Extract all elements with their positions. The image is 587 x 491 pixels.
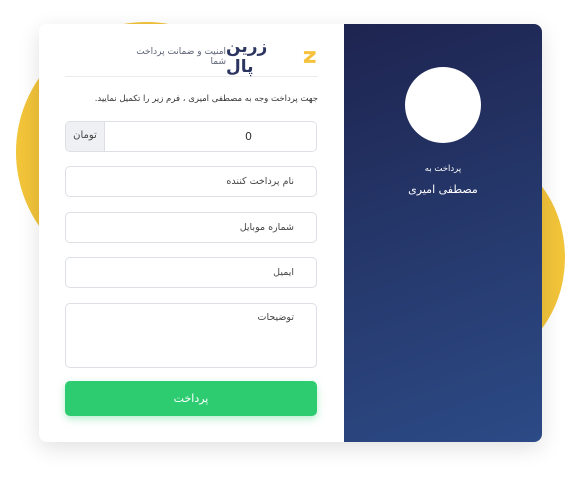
pay-button[interactable]: پرداخت — [65, 381, 317, 416]
security-tagline: امنیت و ضمانت پرداخت شما — [136, 47, 227, 67]
brand: زرین پال — [226, 37, 318, 77]
payment-card: امنیت و ضمانت پرداخت شما زرین پال جهت پر… — [39, 24, 542, 442]
payment-form-panel: امنیت و ضمانت پرداخت شما زرین پال جهت پر… — [39, 24, 344, 442]
amount-input[interactable] — [105, 122, 316, 151]
recipient-panel: پرداخت به مصطفی امیری — [344, 24, 542, 442]
email-input[interactable] — [65, 257, 317, 288]
pay-to-label: پرداخت به — [424, 164, 462, 174]
zarinpal-logo-icon — [304, 51, 317, 63]
form-header: امنیت و ضمانت پرداخت شما زرین پال — [65, 37, 318, 77]
payer-name-input[interactable] — [65, 166, 317, 197]
brand-name: زرین پال — [226, 37, 268, 77]
mobile-number-input[interactable] — [65, 212, 317, 243]
description-textarea[interactable] — [65, 303, 317, 368]
recipient-name: مصطفی امیری — [408, 183, 478, 196]
currency-label: تومان — [66, 122, 105, 151]
amount-field-group: تومان — [65, 121, 317, 152]
avatar — [405, 67, 481, 143]
form-instruction: جهت پرداخت وجه به مصطفی امیری ، فرم زیر … — [94, 94, 318, 104]
